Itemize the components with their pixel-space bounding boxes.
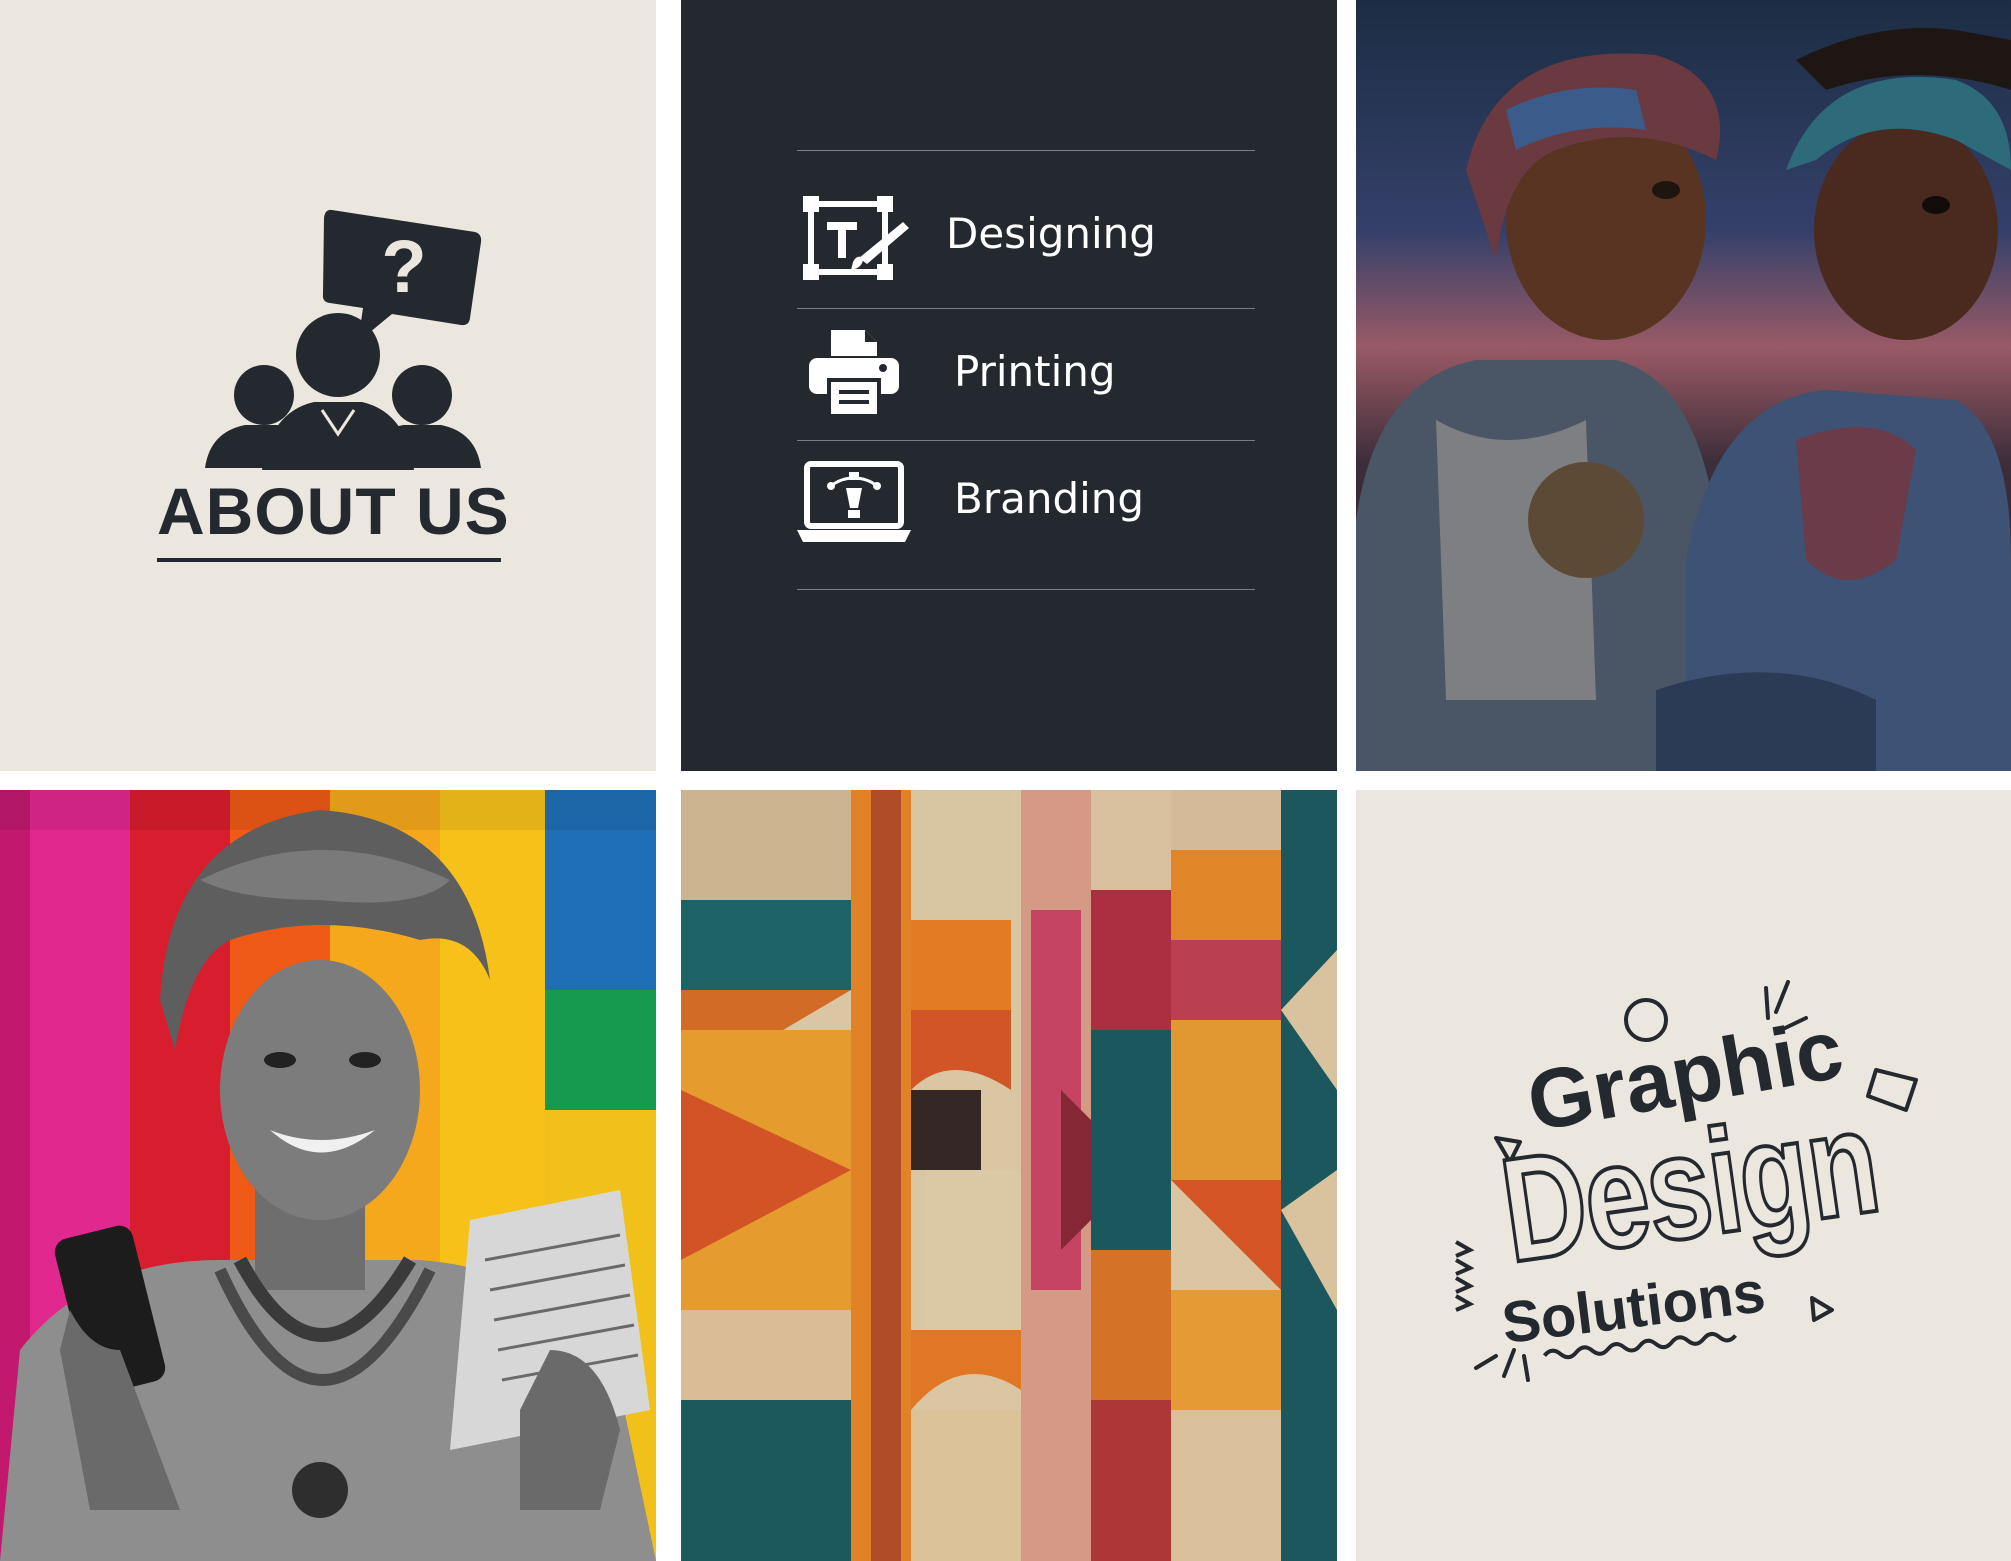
service-label: Designing bbox=[946, 209, 1156, 258]
photo-illustration bbox=[1356, 0, 2011, 771]
divider bbox=[797, 589, 1255, 590]
children-night-sky-photo bbox=[1356, 0, 2011, 771]
heading-underline bbox=[157, 558, 501, 562]
services-tile: Designing Printing Branding bbox=[681, 0, 1337, 771]
svg-text:?: ? bbox=[381, 225, 426, 308]
divider bbox=[797, 308, 1255, 309]
woman-with-phone-photo bbox=[0, 790, 656, 1561]
geometric-pattern-artwork bbox=[681, 790, 1337, 1561]
about-us-heading: ABOUT US bbox=[157, 474, 510, 548]
pattern-illustration bbox=[681, 790, 1337, 1561]
team-question-icon: ? bbox=[205, 209, 482, 470]
divider bbox=[797, 150, 1255, 151]
photo-illustration bbox=[0, 790, 656, 1561]
service-label: Branding bbox=[954, 474, 1145, 523]
laptop-vector-icon bbox=[797, 461, 911, 542]
graphic-design-solutions-tile: Graphic Design Solutions bbox=[1356, 790, 2011, 1561]
service-label: Printing bbox=[954, 347, 1116, 396]
design-tool-icon bbox=[803, 196, 909, 280]
divider bbox=[797, 440, 1255, 441]
printer-icon bbox=[809, 330, 899, 418]
about-us-tile: ? ABOUT US bbox=[0, 0, 656, 771]
